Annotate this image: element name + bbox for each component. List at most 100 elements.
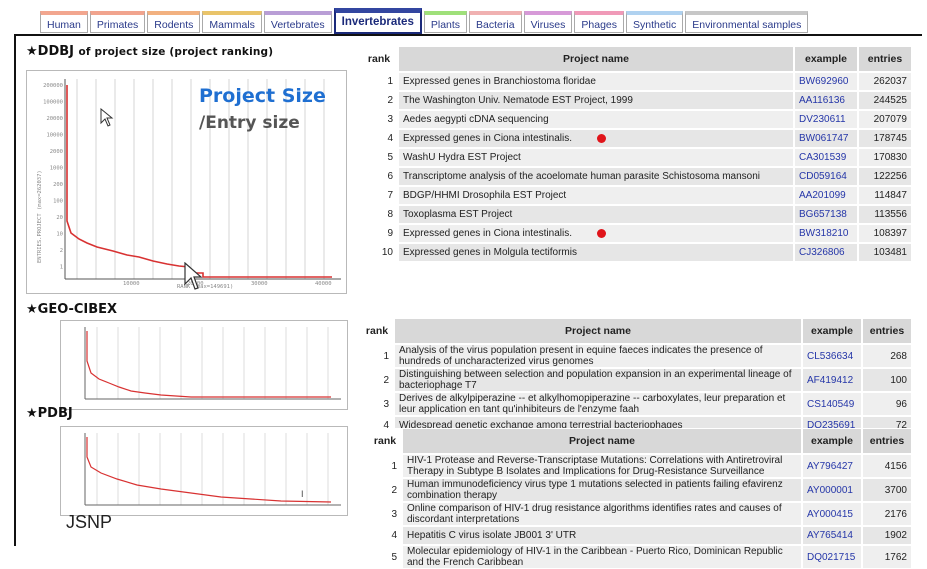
geo-rank-curve — [86, 331, 331, 398]
pdbj-table-header: rank Project name example entries — [368, 428, 912, 454]
ddbj-title-text: ★DDBJ — [26, 44, 74, 59]
tab-viruses[interactable]: Viruses — [523, 11, 573, 33]
rank-cell: 1 — [360, 72, 398, 91]
entries-cell: 262037 — [858, 72, 912, 91]
tab-mammals[interactable]: Mammals — [202, 11, 262, 33]
geo-rank-plot — [60, 320, 348, 410]
table-row: 1 HIV-1 Protease and Reverse-Transcriptas… — [368, 454, 912, 478]
pdbj-plot-svg: I — [84, 433, 341, 506]
example-accession-link[interactable]: CD059164 — [794, 167, 858, 186]
tab-invertebrates[interactable]: Invertebrates — [333, 8, 422, 34]
pdbj-plot-grid — [96, 433, 329, 505]
entry-size-label: /Entry size — [199, 113, 300, 133]
x-tick-label: 10000 — [123, 281, 140, 287]
tab-plants[interactable]: Plants — [423, 11, 468, 33]
example-accession-link[interactable]: CA301539 — [794, 148, 858, 167]
ddbj-subtitle: of project size (project ranking) — [78, 46, 274, 58]
y-tick-label: 10000 — [46, 133, 63, 139]
project-name-text: Expressed genes in Ciona intestinalis. — [403, 228, 572, 239]
project-size-label: Project Size — [199, 85, 326, 107]
example-accession-link[interactable]: AY000415 — [802, 502, 862, 526]
x-tick-label: 30000 — [251, 281, 268, 287]
example-accession-link[interactable]: CJ326806 — [794, 243, 858, 262]
example-accession-link[interactable]: AY765414 — [802, 526, 862, 545]
tab-bacteria[interactable]: Bacteria — [469, 11, 522, 33]
table-row: 2 Distinguishing between selection and po… — [360, 368, 912, 392]
entries-cell: 114847 — [858, 186, 912, 205]
tab-rodents[interactable]: Rodents — [147, 11, 201, 33]
project-name-cell: Molecular epidemiology of HIV-1 in the C… — [402, 545, 802, 569]
project-name-cell: Aedes aegypti cDNA sequencing — [398, 110, 794, 129]
project-name-text: Expressed genes in Ciona intestinalis. — [403, 133, 572, 144]
project-name-header: Project name — [398, 46, 794, 72]
entries-cell: 244525 — [858, 91, 912, 110]
example-accession-link[interactable]: AY000001 — [802, 478, 862, 502]
rank-cell: 6 — [360, 167, 398, 186]
example-accession-link[interactable]: BG657138 — [794, 205, 858, 224]
project-name-cell: Human immunodeficiency virus type 1 muta… — [402, 478, 802, 502]
project-name-cell: Toxoplasma EST Project — [398, 205, 794, 224]
table-row: 2 Human immunodeficiency virus type 1 mut… — [368, 478, 912, 502]
example-accession-link[interactable]: AA116136 — [794, 91, 858, 110]
entries-cell: 103481 — [858, 243, 912, 262]
pdbj-title: ★PDBJ — [26, 406, 73, 421]
geo-plot-svg — [84, 327, 341, 400]
entries-header: entries — [862, 318, 912, 344]
example-accession-link[interactable]: DQ021715 — [802, 545, 862, 569]
rank-cell: 5 — [368, 545, 402, 569]
rank-cell: 3 — [368, 502, 402, 526]
entries-cell: 4156 — [862, 454, 912, 478]
ddbj-y-axis-label: ENTRIES.PROJECT (max=262037) — [37, 170, 43, 263]
x-tick-label: 40000 — [315, 281, 332, 287]
table-row: 10 Expressed genes in Molgula tectiformis… — [360, 243, 912, 262]
example-accession-link[interactable]: DV230611 — [794, 110, 858, 129]
tab-synthetic[interactable]: Synthetic — [626, 11, 684, 33]
rank-cell: 4 — [368, 526, 402, 545]
y-tick-label: 100 — [53, 199, 63, 205]
example-accession-link[interactable]: AY796427 — [802, 454, 862, 478]
entries-cell: 207079 — [858, 110, 912, 129]
red-dot-marker-icon — [597, 228, 606, 238]
entries-cell: 178745 — [858, 129, 912, 148]
mouse-cursor-icon — [184, 262, 203, 290]
entries-header: entries — [862, 428, 912, 454]
rank-cell: 3 — [360, 110, 398, 129]
example-accession-link[interactable]: CS140549 — [802, 392, 862, 416]
entries-cell: 2176 — [862, 502, 912, 526]
entries-cell: 96 — [862, 392, 912, 416]
geo-table-header: rank Project name example entries — [360, 318, 912, 344]
example-accession-link[interactable]: BW318210 — [794, 224, 858, 243]
table-row: 2 The Washington Univ. Nematode EST Proje… — [360, 91, 912, 110]
project-name-cell: The Washington Univ. Nematode EST Projec… — [398, 91, 794, 110]
mouse-cursor-icon — [100, 108, 114, 127]
table-row: 8 Toxoplasma EST Project BG657138 113556 — [360, 205, 912, 224]
ddbj-table-header: rank Project name example entries — [360, 46, 912, 72]
example-accession-link[interactable]: BW061747 — [794, 129, 858, 148]
y-tick-label: 2 — [60, 248, 63, 254]
table-row: 1 Expressed genes in Branchiostoma florid… — [360, 72, 912, 91]
example-accession-link[interactable]: BW692960 — [794, 72, 858, 91]
example-accession-link[interactable]: AA201099 — [794, 186, 858, 205]
table-row: 5 Molecular epidemiology of HIV-1 in the … — [368, 545, 912, 569]
table-row: 9 Expressed genes in Ciona intestinalis. … — [360, 224, 912, 243]
tab-environmental-samples[interactable]: Environmental samples — [685, 11, 809, 33]
project-name-cell: Analysis of the virus population present… — [394, 344, 802, 368]
tab-human[interactable]: Human — [40, 11, 88, 33]
project-name-cell: Expressed genes in Ciona intestinalis. — [398, 224, 794, 243]
entries-cell: 1902 — [862, 526, 912, 545]
jsnp-label: JSNP — [66, 512, 113, 532]
rank-cell: 5 — [360, 148, 398, 167]
rank-header: rank — [360, 46, 398, 72]
example-accession-link[interactable]: AF419412 — [802, 368, 862, 392]
ddbj-rank-plot: 200000 100000 20000 10000 2000 1000 200 100 20 10… — [26, 70, 347, 294]
rank-cell: 1 — [360, 344, 394, 368]
rank-cell: 3 — [360, 392, 394, 416]
tab-vertebrates[interactable]: Vertebrates — [263, 11, 332, 33]
example-accession-link[interactable]: CL536634 — [802, 344, 862, 368]
rank-cell: 2 — [368, 478, 402, 502]
table-row: 4 Expressed genes in Ciona intestinalis. … — [360, 129, 912, 148]
tab-primates[interactable]: Primates — [89, 11, 146, 33]
red-dot-marker-icon — [597, 133, 606, 143]
project-name-cell: Expressed genes in Branchiostoma florida… — [398, 72, 794, 91]
tab-phages[interactable]: Phages — [574, 11, 625, 33]
